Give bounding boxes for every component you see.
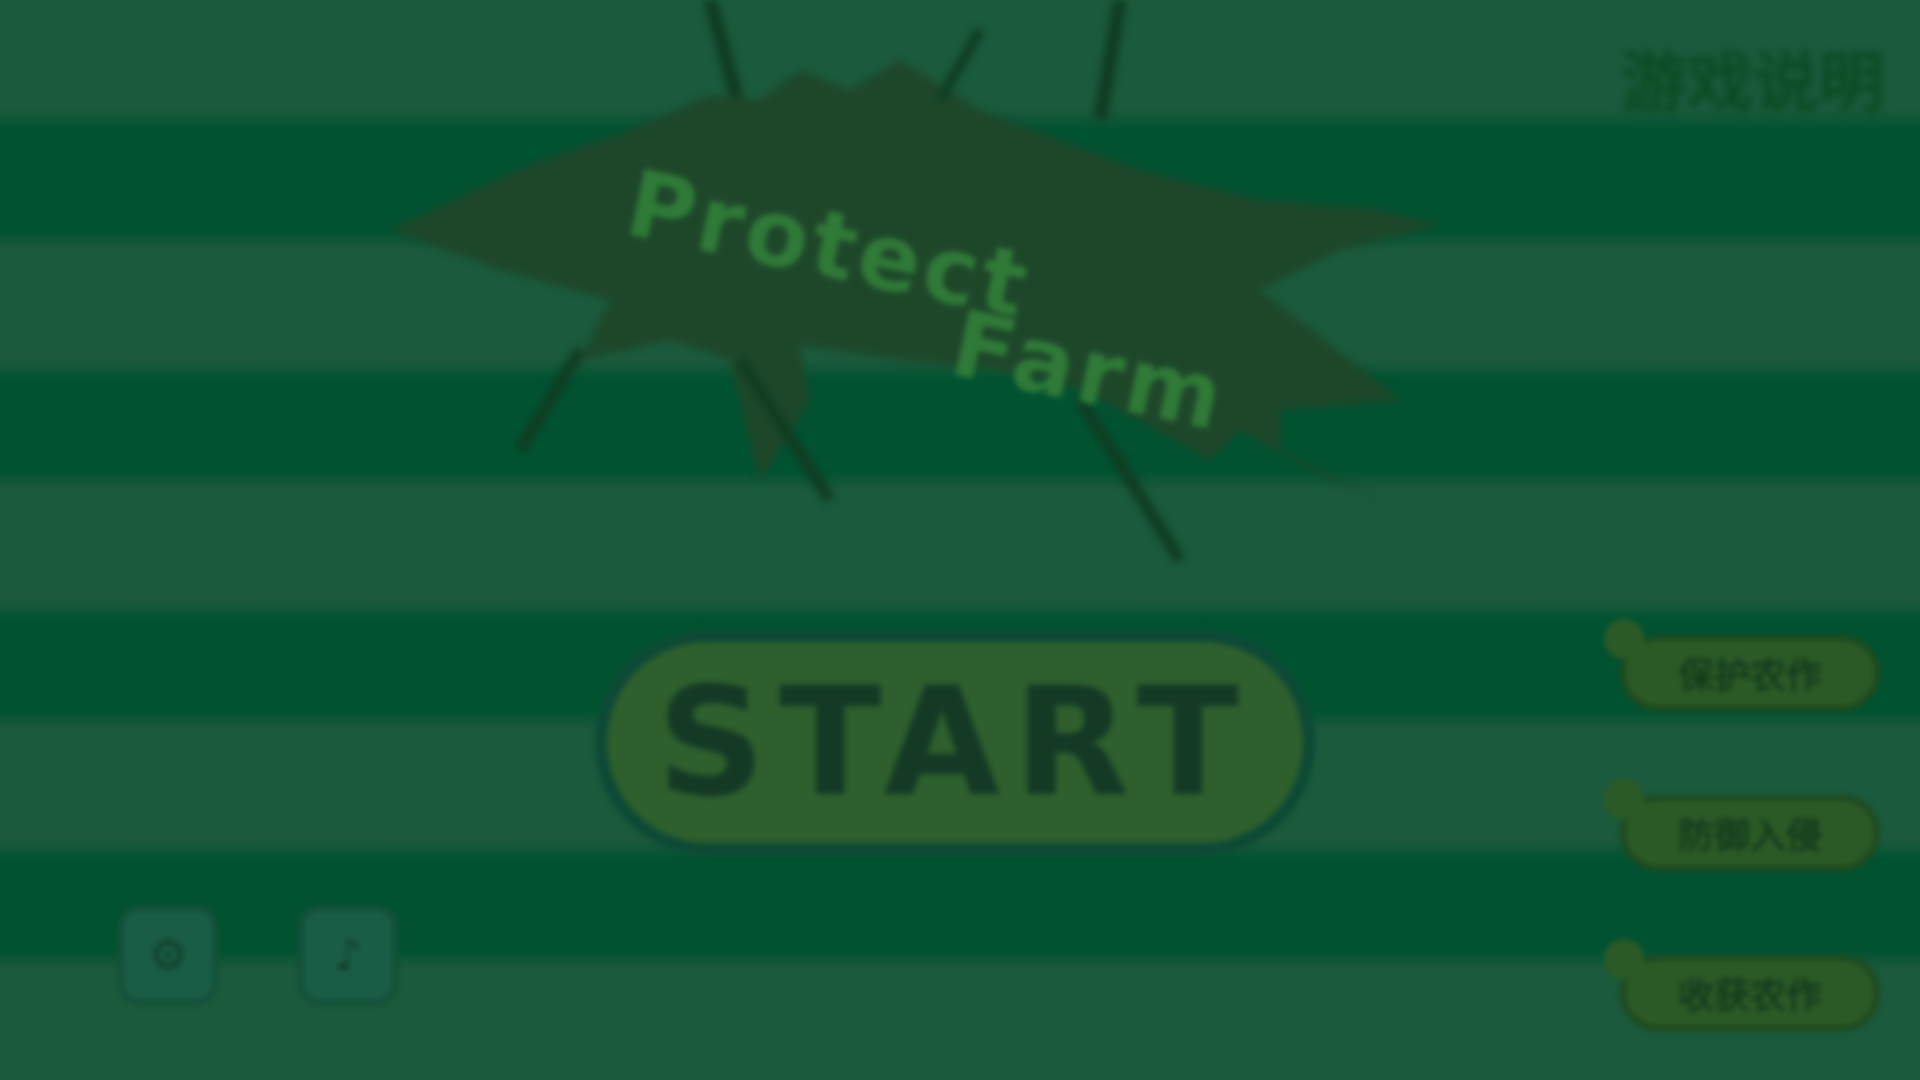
music-note-icon: ♪: [333, 929, 363, 981]
music-button[interactable]: ♪: [298, 905, 398, 1005]
menu-bullet-icon: [1604, 619, 1644, 659]
gear-icon: ⚙: [148, 929, 188, 981]
menu-bullet-icon: [1604, 779, 1644, 819]
start-button[interactable]: START: [595, 630, 1315, 855]
menu-button-2[interactable]: 防御入侵: [1604, 779, 1880, 871]
menu-bullet-icon: [1604, 939, 1644, 979]
menu-button-label: 保护农作: [1677, 656, 1822, 697]
menu-button-label: 防御入侵: [1677, 816, 1822, 857]
menu-button-3[interactable]: 收获农作: [1604, 939, 1880, 1031]
menu-button-label: 收获农作: [1677, 976, 1822, 1017]
menu-button-1[interactable]: 保护农作: [1604, 619, 1880, 711]
title-screen: Protect Farm 游戏说明 START ⚙ ♪ 保护农作 防御入侵 收获…: [0, 0, 1920, 1080]
settings-button[interactable]: ⚙: [118, 905, 218, 1005]
instructions-link[interactable]: 游戏说明: [1621, 30, 1885, 126]
start-button-label: START: [657, 655, 1253, 830]
